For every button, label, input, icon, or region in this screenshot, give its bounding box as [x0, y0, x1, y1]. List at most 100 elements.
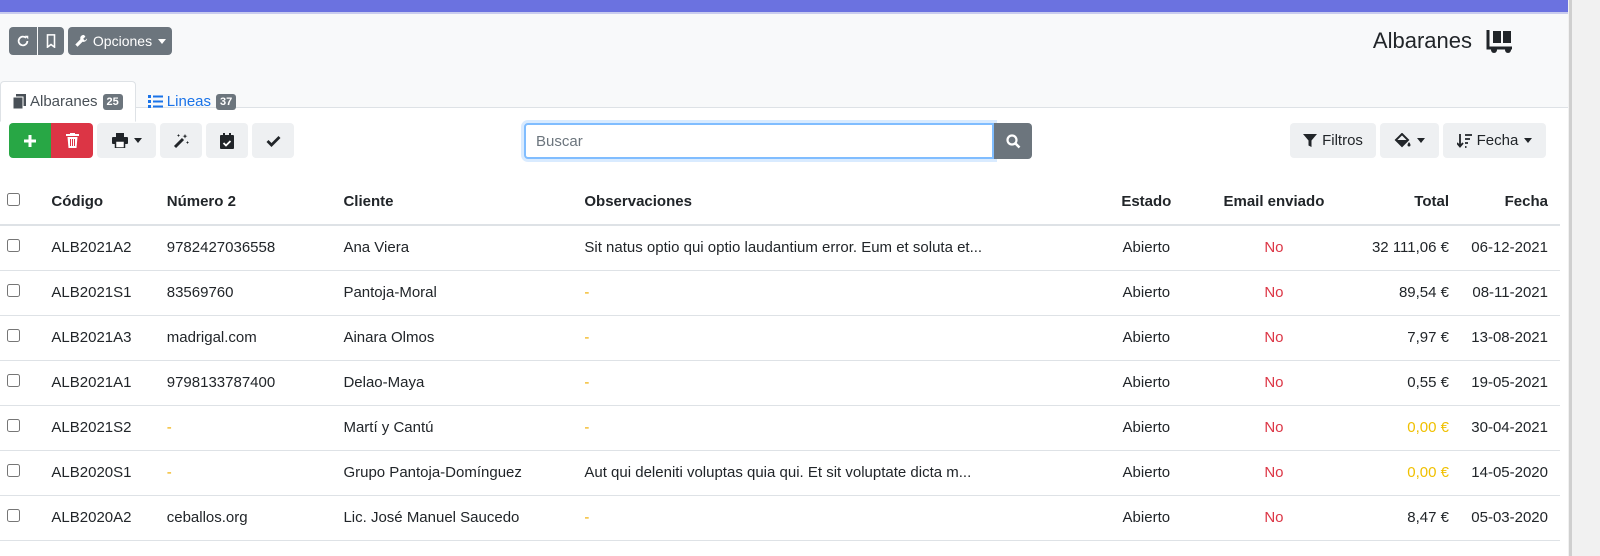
cell-cliente: Grupo Pantoja-Domínguez [343, 450, 585, 496]
filter-icon [1303, 133, 1318, 147]
cell-codigo[interactable]: ALB2021A1 [51, 360, 167, 406]
cell-cliente: Pantoja-Moral [343, 270, 585, 316]
table-row[interactable]: ALB2021A3 madrigal.com Ainara Olmos - Ab… [0, 315, 1560, 361]
row-checkbox[interactable] [7, 329, 20, 342]
cell-fecha: 19-05-2021 [1448, 360, 1560, 406]
cell-codigo[interactable]: ALB2021A2 [51, 225, 167, 271]
search-button[interactable] [994, 123, 1032, 159]
cell-estado: Abierto [1096, 360, 1196, 406]
cell-observaciones: - [584, 315, 1097, 361]
cell-total: 0,00 € [1351, 450, 1449, 496]
cell-codigo[interactable]: ALB2021S2 [51, 405, 167, 451]
truck-loading-icon [1486, 30, 1512, 53]
cell-estado: Abierto [1096, 315, 1196, 361]
column-header-total[interactable]: Total [1351, 178, 1449, 226]
print-button[interactable] [97, 123, 156, 158]
table-row[interactable]: ALB2021S1 83569760 Pantoja-Moral - Abier… [0, 270, 1560, 316]
cell-fecha: 30-04-2021 [1448, 405, 1560, 451]
color-button[interactable] [1380, 123, 1439, 158]
cell-cliente: Delao-Maya [343, 360, 585, 406]
magic-icon [173, 133, 189, 148]
select-all-checkbox[interactable] [7, 192, 20, 206]
cell-numero2: madrigal.com [166, 315, 344, 361]
chevron-down-icon [158, 38, 167, 44]
table-row[interactable]: ALB2021S2 - Martí y Cantú - Abierto No 0… [0, 405, 1560, 451]
header-select [0, 178, 52, 226]
row-select [0, 225, 52, 271]
filters-button[interactable]: Filtros [1290, 123, 1376, 158]
column-header-numero2[interactable]: Número 2 [166, 178, 344, 226]
trash-icon [65, 133, 79, 148]
cell-codigo[interactable]: ALB2020S1 [51, 450, 167, 496]
wrench-icon [75, 34, 88, 47]
column-header-estado[interactable]: Estado [1096, 178, 1196, 226]
page-header: Opciones Albaranes Albaranes 25 Lineas 3… [0, 14, 1568, 122]
cell-total: 32 111,06 € [1351, 225, 1449, 271]
cell-observaciones: Aut qui deleniti voluptas quia qui. Et s… [584, 450, 1097, 496]
table-row[interactable]: ALB2020A2 ceballos.org Lic. José Manuel … [0, 495, 1560, 541]
bookmark-button[interactable] [38, 27, 64, 55]
calendar-button[interactable] [206, 123, 248, 158]
cell-codigo[interactable]: ALB2020A2 [51, 495, 167, 541]
cell-email: No [1195, 450, 1352, 496]
sort-button[interactable]: Fecha [1443, 123, 1546, 158]
row-select [0, 360, 52, 406]
row-checkbox[interactable] [7, 374, 20, 387]
reload-button[interactable] [9, 27, 37, 55]
cell-observaciones: - [584, 270, 1097, 316]
table-row[interactable]: ALB2021A2 9782427036558 Ana Viera Sit na… [0, 225, 1560, 271]
cell-numero2: - [166, 405, 344, 451]
cell-cliente: Ainara Olmos [343, 315, 585, 361]
row-select [0, 270, 52, 316]
cell-total: 8,47 € [1351, 495, 1449, 541]
vertical-scrollbar[interactable] [1568, 0, 1600, 556]
column-header-codigo[interactable]: Código [51, 178, 167, 226]
magic-button[interactable] [160, 123, 202, 158]
approve-button[interactable] [252, 123, 294, 158]
list-toolbar: Filtros Fecha [0, 108, 1568, 172]
column-header-email[interactable]: Email enviado [1195, 178, 1352, 226]
cell-codigo[interactable]: ALB2021A3 [51, 315, 167, 361]
cell-estado: Abierto [1096, 270, 1196, 316]
list-icon [147, 95, 163, 108]
cell-codigo[interactable]: ALB2021S1 [51, 270, 167, 316]
cell-estado: Abierto [1096, 450, 1196, 496]
cell-fecha: 14-05-2020 [1448, 450, 1560, 496]
cell-numero2: 9782427036558 [166, 225, 344, 271]
cell-cliente: Martí y Cantú [343, 405, 585, 451]
row-select [0, 450, 52, 496]
cell-total: 89,54 € [1351, 270, 1449, 316]
row-checkbox[interactable] [7, 464, 20, 477]
cell-email: No [1195, 495, 1352, 541]
row-checkbox[interactable] [7, 419, 20, 432]
row-checkbox[interactable] [7, 509, 20, 522]
cell-observaciones: - [584, 495, 1097, 541]
cell-cliente: Ana Viera [343, 225, 585, 271]
top-accent-bar [0, 0, 1568, 12]
cell-observaciones: - [584, 360, 1097, 406]
search-input[interactable] [524, 123, 994, 159]
delete-button[interactable] [51, 123, 93, 158]
row-select [0, 315, 52, 361]
table-row[interactable]: ALB2020S1 - Grupo Pantoja-Domínguez Aut … [0, 450, 1560, 496]
row-select [0, 495, 52, 541]
column-header-observaciones[interactable]: Observaciones [584, 178, 1097, 226]
cell-total: 0,00 € [1351, 405, 1449, 451]
cell-observaciones: - [584, 405, 1097, 451]
chevron-down-icon [1524, 138, 1533, 143]
cell-email: No [1195, 405, 1352, 451]
options-button[interactable]: Opciones [68, 27, 172, 55]
plus-icon [24, 134, 36, 147]
row-checkbox[interactable] [7, 239, 20, 253]
table-row[interactable]: ALB2021A1 9798133787400 Delao-Maya - Abi… [0, 360, 1560, 406]
add-button[interactable] [9, 123, 51, 158]
cell-estado: Abierto [1096, 225, 1196, 271]
albaranes-table: Código Número 2 Cliente Observaciones Es… [0, 178, 1560, 541]
cell-email: No [1195, 270, 1352, 316]
column-header-fecha[interactable]: Fecha [1448, 178, 1560, 226]
row-checkbox[interactable] [7, 284, 20, 297]
cell-total: 0,55 € [1351, 360, 1449, 406]
page-title-wrap: Albaranes [1373, 28, 1516, 54]
column-header-cliente[interactable]: Cliente [343, 178, 585, 226]
table-header-row: Código Número 2 Cliente Observaciones Es… [0, 178, 1560, 226]
